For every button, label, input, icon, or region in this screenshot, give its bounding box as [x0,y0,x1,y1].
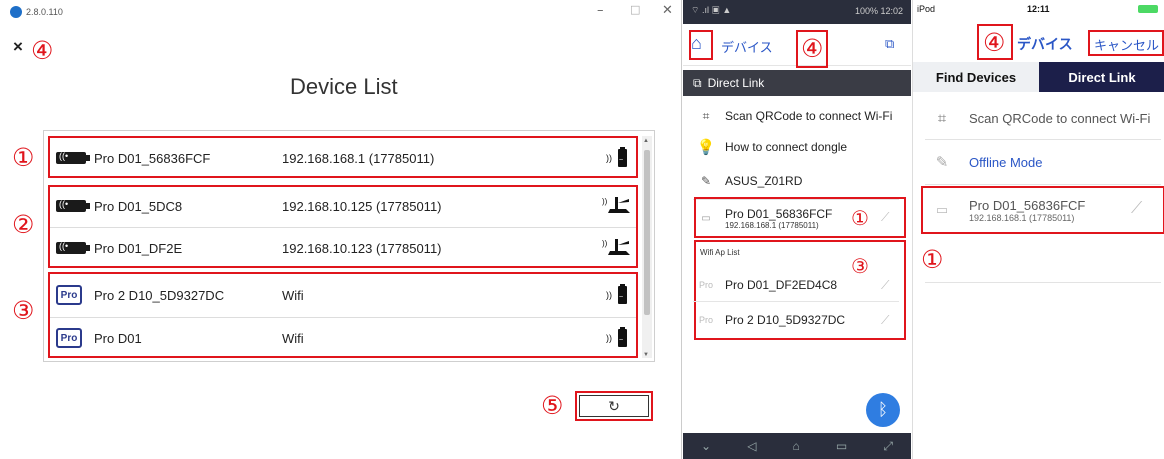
refresh-icon: ↻ [608,397,620,414]
carrier: iPod [917,4,936,14]
status-bar: iPod 12:11 [913,0,1164,18]
pro-icon: Pro [698,280,713,290]
status-time: 100% 12:02 [855,6,904,16]
nav-expand-icon[interactable]: ⤢ [883,439,893,454]
dongle-wifi-icon: ⟋ [1131,200,1143,217]
annotation-1: ① [921,245,944,274]
window-close-button[interactable]: ✕ [662,3,673,18]
device-row[interactable]: ▭ Pro D01_56836FCF 192.168.168.1 (177850… [683,201,911,235]
device-row[interactable]: ▭ Pro D01_56836FCF 192.168.168.1 (177850… [913,190,1164,230]
qr-icon: ⌗ [702,108,710,123]
header-title: デバイス [721,40,773,55]
scrollbar-thumb[interactable] [644,150,650,315]
offline-mode-row[interactable]: ✎ Offline Mode [913,144,1164,180]
device-name: Pro D01_56836FCF [725,206,833,221]
list-item[interactable]: 💡 How to connect dongle [683,130,911,164]
maximize-button[interactable]: □ [630,3,640,16]
device-ip: 192.168.168.1 (17785011) [969,212,1075,223]
status-bar: ⌔ .ıl ▣ ▲ 100% 12:02 [683,0,911,24]
page-title: Device List [290,74,398,99]
wifi-ap-title: Wifi Ap List [700,248,740,257]
annotation-4: ④ [983,28,1006,57]
nav-back-icon[interactable]: ◁ [747,439,756,453]
nav-recent-icon[interactable]: ▭ [836,439,847,453]
segmented-tabs: Find Devices Direct Link [913,62,1164,92]
signal-icon: ⌔ .ıl ▣ ▲ [691,5,732,15]
bluetooth-button[interactable]: ᛒ [866,393,900,427]
list-item[interactable]: Pro Pro D01_DF2ED4C8 [683,268,911,302]
annotation-box-3 [48,272,638,358]
refresh-button[interactable]: ↻ [579,395,649,417]
annotation-1: ① [12,143,35,172]
device-name: Pro D01_56836FCF [969,197,1086,213]
bluetooth-icon: ᛒ [877,400,889,419]
android-nav-bar: ⌄ ◁ ⌂ ▭ ⤢ [683,433,911,459]
close-icon[interactable]: × [13,37,23,57]
annotation-box-4 [689,30,713,60]
cancel-button[interactable]: キャンセル [1094,35,1159,54]
screen-mirror-icon[interactable]: ⧉ [885,36,894,52]
device-ip: 192.168.168.1 (17785011) [725,220,819,230]
annotation-2: ② [12,210,35,239]
header-title: デバイス [1017,36,1073,52]
desktop-window: 2.8.0.110 – □ ✕ × ④ Device List ▲ ▼ ((• … [0,0,682,459]
ios-screen: iPod 12:11 ④ デバイス キャンセル Find Devices Dir… [912,0,1164,459]
tab-direct-link[interactable]: Direct Link [1039,62,1164,92]
list-item[interactable]: Pro Pro 2 D10_5D9327DC [683,303,911,337]
battery-icon [1138,5,1158,13]
qr-icon: ⌗ [937,109,947,127]
annotation-1: ① [851,206,869,230]
annotation-4: ④ [31,36,54,65]
annotation-5: ⑤ [541,391,564,420]
nav-home-icon[interactable]: ⌂ [793,439,800,453]
list-item[interactable]: ⌗ Scan QRCode to connect Wi-Fi [683,99,911,133]
annotation-box-1 [48,136,638,178]
direct-link-bar[interactable]: ⧉ Direct Link [683,70,911,96]
wifi-logo-icon: ✎ [935,154,949,171]
bulb-icon: 💡 [696,139,716,156]
minimize-button[interactable]: – [597,3,604,18]
annotation-4: ④ [801,34,824,63]
annotation-box-2 [48,185,638,268]
scroll-up-icon[interactable]: ▲ [643,138,649,144]
dongle-wifi-icon: ⟋ [881,278,890,292]
annotation-3: ③ [12,296,35,325]
dongle-icon: ▭ [935,202,949,217]
android-screen: ⌔ .ıl ▣ ▲ 100% 12:02 ⌂ デバイス ⧉ ④ ⧉ Direct … [683,0,911,459]
wifi-logo-icon: ✎ [700,174,712,188]
status-time: 12:11 [1027,4,1050,14]
direct-link-label: Direct Link [707,76,765,90]
scroll-down-icon[interactable]: ▼ [643,352,649,358]
app-version: 2.8.0.110 [26,7,63,17]
scan-qr-row[interactable]: ⌗ Scan QRCode to connect Wi-Fi [913,100,1164,136]
dongle-wifi-icon: ⟋ [881,313,890,327]
tab-find-devices[interactable]: Find Devices [913,62,1039,92]
app-logo-icon [10,6,22,18]
nav-down-icon[interactable]: ⌄ [701,439,711,453]
direct-link-icon: ⧉ [693,75,702,90]
pro-icon: Pro [698,315,713,325]
dongle-wifi-icon: ⟋ [881,210,890,224]
list-item[interactable]: ✎ ASUS_Z01RD [683,164,911,198]
dongle-icon: ▭ [701,212,711,224]
